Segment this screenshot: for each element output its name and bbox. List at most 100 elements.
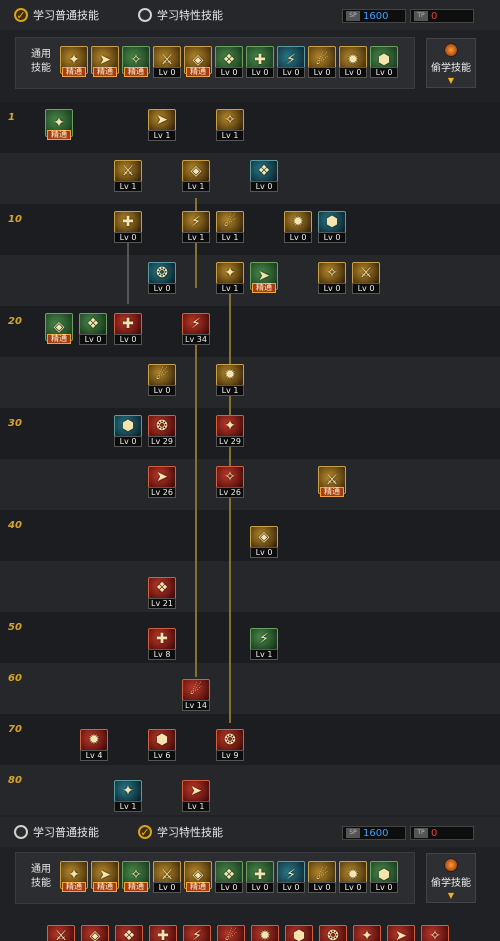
tree-skill-s20[interactable]: ⚡ Lv 34: [182, 313, 210, 345]
tree-skill-s34[interactable]: ✹ Lv 4: [80, 729, 108, 761]
common-skill[interactable]: ➤ 精通: [91, 861, 119, 893]
special-skill[interactable]: ❂Lv 0: [319, 925, 347, 941]
tree-skill-s1[interactable]: ✦ 精通: [45, 109, 73, 141]
common-skill[interactable]: ⚔ Lv 0: [153, 861, 181, 893]
tree-skill-s2[interactable]: ➤ Lv 1: [148, 109, 176, 141]
tree-skill-s14[interactable]: ➤ 精通: [250, 262, 278, 294]
tree-skill-s31[interactable]: ✚ Lv 8: [148, 628, 176, 660]
skill-page: ✓ 学习普通技能 学习特性技能 SP 1600 TP 0 通用 技能 ✦ 精通 ➤ 精…: [0, 0, 500, 941]
special-skill[interactable]: ✦Lv 0: [353, 925, 381, 941]
common-skill-bar-2: 通用 技能 ✦ 精通 ➤ 精通 ✧ 精通 ⚔ Lv 0 ◈ 精通 ❖ Lv 0 ✚ Lv 0 ⚡ Lv 0 ☄ L…: [15, 852, 415, 904]
common-skill[interactable]: ⬢ Lv 0: [370, 861, 398, 893]
skill-glyph-icon: ❖: [222, 52, 236, 68]
special-skill[interactable]: ✹Lv 0: [251, 925, 279, 941]
skill-icon: ❖: [115, 925, 143, 941]
tree-skill-s25[interactable]: ✦ Lv 29: [216, 415, 244, 447]
common-skill[interactable]: ⚔ Lv 0: [153, 46, 181, 78]
tree-skill-s36[interactable]: ❂ Lv 9: [216, 729, 244, 761]
tree-row: 60: [0, 663, 500, 714]
tree-skill-s38[interactable]: ➤ Lv 1: [182, 780, 210, 812]
tree-skill-s10[interactable]: ✹ Lv 0: [284, 211, 312, 243]
tab-learn-normal-2[interactable]: 学习普通技能: [14, 824, 99, 840]
tree-skill-s33[interactable]: ☄ Lv 14: [182, 679, 210, 711]
common-skill[interactable]: ✹ Lv 0: [339, 861, 367, 893]
special-skill[interactable]: ➤Lv 0: [387, 925, 415, 941]
skill-glyph-icon: ❖: [86, 316, 100, 332]
steal-skill-button[interactable]: 偷学技能 ▼: [426, 38, 476, 88]
tree-skill-s30[interactable]: ❖ Lv 21: [148, 577, 176, 609]
tab-learn-normal[interactable]: ✓ 学习普通技能: [14, 7, 99, 23]
common-skill[interactable]: ⚡ Lv 0: [277, 861, 305, 893]
common-skill[interactable]: ➤ 精通: [91, 46, 119, 78]
tab-learn-special[interactable]: 学习特性技能: [138, 7, 223, 23]
common-skill[interactable]: ✦ 精通: [60, 861, 88, 893]
tree-skill-s18[interactable]: ❖ Lv 0: [79, 313, 107, 345]
tree-skill-s3[interactable]: ✧ Lv 1: [216, 109, 244, 141]
skill-icon: ⬢: [114, 415, 142, 437]
tree-skill-s24[interactable]: ❂ Lv 29: [148, 415, 176, 447]
tree-skill-s28[interactable]: ⚔ 精通: [318, 466, 346, 498]
common-skill[interactable]: ⚡ Lv 0: [277, 46, 305, 78]
mastered-badge: 精通: [320, 487, 344, 497]
steal-skill-button-2[interactable]: 偷学技能 ▼: [426, 853, 476, 903]
common-skill[interactable]: ☄ Lv 0: [308, 46, 336, 78]
special-skill[interactable]: ❖Lv 0: [115, 925, 143, 941]
special-skill[interactable]: ⚡Lv 0: [183, 925, 211, 941]
tree-skill-s23[interactable]: ⬢ Lv 0: [114, 415, 142, 447]
special-skill[interactable]: ◈Lv 0: [81, 925, 109, 941]
special-skill[interactable]: ⬢Lv 0: [285, 925, 313, 941]
common-skill[interactable]: ❖ Lv 0: [215, 46, 243, 78]
tree-skill-s35[interactable]: ⬢ Lv 6: [148, 729, 176, 761]
skill-glyph-icon: ✚: [157, 928, 169, 941]
tree-skill-s16[interactable]: ⚔ Lv 0: [352, 262, 380, 294]
skill-icon: ⬢: [285, 925, 313, 941]
common-skill[interactable]: ✚ Lv 0: [246, 861, 274, 893]
special-skill[interactable]: ✚Lv 0: [149, 925, 177, 941]
common-skill[interactable]: ☄ Lv 0: [308, 861, 336, 893]
common-skill[interactable]: ✧ 精通: [122, 46, 150, 78]
common-skill[interactable]: ✹ Lv 0: [339, 46, 367, 78]
tree-skill-s6[interactable]: ❖ Lv 0: [250, 160, 278, 192]
skill-glyph-icon: ⚔: [121, 163, 135, 179]
tree-skill-s22[interactable]: ✹ Lv 1: [216, 364, 244, 396]
tree-skill-s26[interactable]: ➤ Lv 26: [148, 466, 176, 498]
tree-skill-s7[interactable]: ✚ Lv 0: [114, 211, 142, 243]
tree-skill-s29[interactable]: ◈ Lv 0: [250, 526, 278, 558]
common-skill[interactable]: ✦ 精通: [60, 46, 88, 78]
skill-icon: ⚔: [47, 925, 75, 941]
tree-skill-s12[interactable]: ❂ Lv 0: [148, 262, 176, 294]
common-skill[interactable]: ⬢ Lv 0: [370, 46, 398, 78]
tree-skill-s11[interactable]: ⬢ Lv 0: [318, 211, 346, 243]
special-skill[interactable]: ⚔Lv 0: [47, 925, 75, 941]
common-skill[interactable]: ✧ 精通: [122, 861, 150, 893]
tree-skill-s9[interactable]: ☄ Lv 1: [216, 211, 244, 243]
common-skill[interactable]: ❖ Lv 0: [215, 861, 243, 893]
common-skill[interactable]: ✚ Lv 0: [246, 46, 274, 78]
skill-icon: ✹: [251, 925, 279, 941]
skill-icon: ✚: [114, 211, 142, 233]
tree-skill-s4[interactable]: ⚔ Lv 1: [114, 160, 142, 192]
skill-glyph-icon: ⬢: [377, 867, 391, 883]
skill-level-label: Lv 1: [182, 232, 210, 243]
tree-skill-s13[interactable]: ✦ Lv 1: [216, 262, 244, 294]
tab-learn-special-2[interactable]: ✓ 学习特性技能: [138, 824, 223, 840]
tree-skill-s32[interactable]: ⚡ Lv 1: [250, 628, 278, 660]
tree-skill-s21[interactable]: ☄ Lv 0: [148, 364, 176, 396]
tree-skill-s8[interactable]: ⚡ Lv 1: [182, 211, 210, 243]
steal-orb-icon: [444, 858, 458, 872]
common-skill[interactable]: ◈ 精通: [184, 46, 212, 78]
tree-skill-s17[interactable]: ◈ 精通: [45, 313, 73, 345]
common-skill[interactable]: ◈ 精通: [184, 861, 212, 893]
skill-glyph-icon: ⚔: [359, 265, 373, 281]
tree-skill-s5[interactable]: ◈ Lv 1: [182, 160, 210, 192]
skill-glyph-icon: ❂: [156, 418, 168, 434]
special-skill[interactable]: ☄Lv 0: [217, 925, 245, 941]
skill-level-label: Lv 1: [216, 385, 244, 396]
tree-skill-s27[interactable]: ✧ Lv 26: [216, 466, 244, 498]
tree-skill-s37[interactable]: ✦ Lv 1: [114, 780, 142, 812]
special-skill[interactable]: ✧Lv 0: [421, 925, 449, 941]
tree-skill-s19[interactable]: ✚ Lv 0: [114, 313, 142, 345]
skill-level-label: Lv 26: [216, 487, 244, 498]
tree-skill-s15[interactable]: ✧ Lv 0: [318, 262, 346, 294]
skill-glyph-icon: ◈: [192, 52, 204, 68]
